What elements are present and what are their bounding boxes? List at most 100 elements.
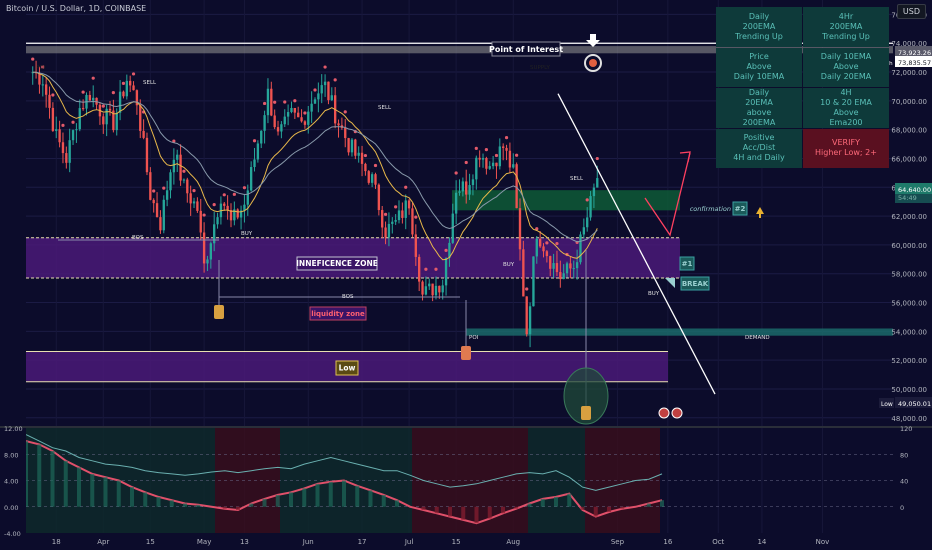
osc-histogram-bar <box>342 480 346 507</box>
candle-body <box>404 200 407 218</box>
candle-body <box>92 97 95 101</box>
ath-price-tag: 73,835.57 <box>898 59 931 67</box>
x-tick-label: 15 <box>452 538 461 546</box>
y-tick-label: 52,000.00 <box>891 357 927 365</box>
signal-dot <box>303 111 307 115</box>
indicator-cell-line: above <box>746 107 772 117</box>
bos-label-1: BOS <box>132 235 144 241</box>
y-tick-label: 68,000.00 <box>891 127 927 135</box>
osc-histogram-bar <box>620 506 625 509</box>
candle-body <box>444 257 448 286</box>
osc-histogram-bar <box>660 500 664 507</box>
osc-histogram-bar <box>646 503 651 507</box>
candle-body <box>377 184 381 211</box>
marker-flag-icon <box>581 406 591 420</box>
signal-dot <box>293 99 297 103</box>
candle-body <box>172 159 176 173</box>
x-tick-label: Oct <box>712 538 724 546</box>
signal-dot <box>373 163 378 168</box>
signal-dot <box>273 100 277 104</box>
candle-body <box>441 285 444 293</box>
indicator-cell: Daily 20EMA above 200EMA <box>716 88 802 128</box>
candle-body <box>303 121 307 125</box>
candle-body <box>81 108 85 110</box>
candle-body <box>105 108 108 125</box>
candle-body <box>381 210 384 228</box>
candle-body <box>391 221 394 224</box>
osc-histogram-bar <box>434 506 439 514</box>
point-of-interest-label: Point of Interest <box>489 45 563 54</box>
candle-body <box>149 172 152 200</box>
signal-dot <box>484 148 488 152</box>
x-tick-label: Apr <box>97 538 109 546</box>
candle-body <box>491 162 495 167</box>
signal-dot <box>585 198 589 202</box>
signal-dot <box>283 100 287 104</box>
signal-dot <box>51 93 55 97</box>
ineffecience-zone-label: INNEFICENCE ZONE <box>296 259 378 268</box>
candle-body <box>115 112 118 131</box>
osc-histogram-bar <box>395 500 399 507</box>
signal-dot <box>414 215 418 219</box>
signal-dot <box>222 193 226 197</box>
x-tick-label: 16 <box>663 538 672 546</box>
osc-histogram-bar <box>567 493 572 507</box>
candle-body <box>68 140 71 163</box>
candle-body <box>465 181 468 195</box>
osc-histogram-bar <box>169 500 174 507</box>
indicator-cell-line: 4Hr <box>838 11 854 21</box>
osc-histogram-bar <box>275 494 280 507</box>
candle-body <box>132 85 135 91</box>
osc-histogram-bar <box>580 506 585 511</box>
indicator-cell: 4H 10 & 20 EMA Above Ema200 <box>803 88 889 128</box>
candle-body <box>505 147 508 151</box>
osc-histogram-bar <box>196 504 201 507</box>
signal-dot <box>31 57 35 61</box>
candle-body <box>327 81 330 101</box>
indicator-cell-line: VERIFY <box>832 138 860 148</box>
tag1-label: #1 <box>682 260 693 268</box>
candle-body <box>102 116 105 125</box>
x-tick-label: 13 <box>240 538 249 546</box>
candle-body <box>300 117 303 122</box>
y-tick-label: 70,000.00 <box>891 98 927 106</box>
candle-body <box>538 238 542 247</box>
signal-dot <box>525 287 529 291</box>
y-tick-label: 60,000.00 <box>891 242 927 250</box>
candle-body <box>592 187 596 197</box>
signal-dot <box>444 248 448 252</box>
signal-dot <box>313 88 317 92</box>
candle-body <box>471 179 475 186</box>
osc-histogram-bar <box>328 481 333 507</box>
candle-body <box>176 154 179 160</box>
candle-body <box>454 192 458 214</box>
x-tick-label: 17 <box>358 538 367 546</box>
candle-body <box>559 272 562 280</box>
indicator-cell-line: Above <box>833 107 859 117</box>
indicator-cell-line: Daily 20EMA <box>820 72 872 82</box>
indicator-cell-line: Price <box>749 52 769 62</box>
candle-body <box>528 306 532 335</box>
signal-dot <box>162 186 166 190</box>
signal-dot <box>323 65 327 69</box>
bos-label-2: BOS <box>342 294 354 300</box>
candle-body <box>518 208 522 250</box>
osc-histogram-bar <box>514 506 519 509</box>
indicator-cell: VERIFY Higher Low; 2+ <box>803 128 889 168</box>
candle-body <box>71 130 75 141</box>
event-icon <box>671 407 683 419</box>
osc-histogram-bar <box>527 503 532 507</box>
candle-body <box>586 217 589 228</box>
signal-dot <box>232 192 236 196</box>
currency-button[interactable]: USD <box>896 4 926 19</box>
candle-body <box>542 246 545 252</box>
x-tick-label: Aug <box>506 538 520 546</box>
osc-histogram-bar <box>421 506 426 511</box>
indicator-cell: Daily 10EMA Above Daily 20EMA <box>803 47 889 87</box>
candle-body <box>108 108 112 111</box>
candle-body <box>128 80 132 86</box>
candle-body <box>125 80 128 97</box>
poi-label-top: POI <box>36 65 46 71</box>
low-zone-label: Low <box>339 364 356 373</box>
indicator-cell-line: Positive <box>743 133 775 143</box>
